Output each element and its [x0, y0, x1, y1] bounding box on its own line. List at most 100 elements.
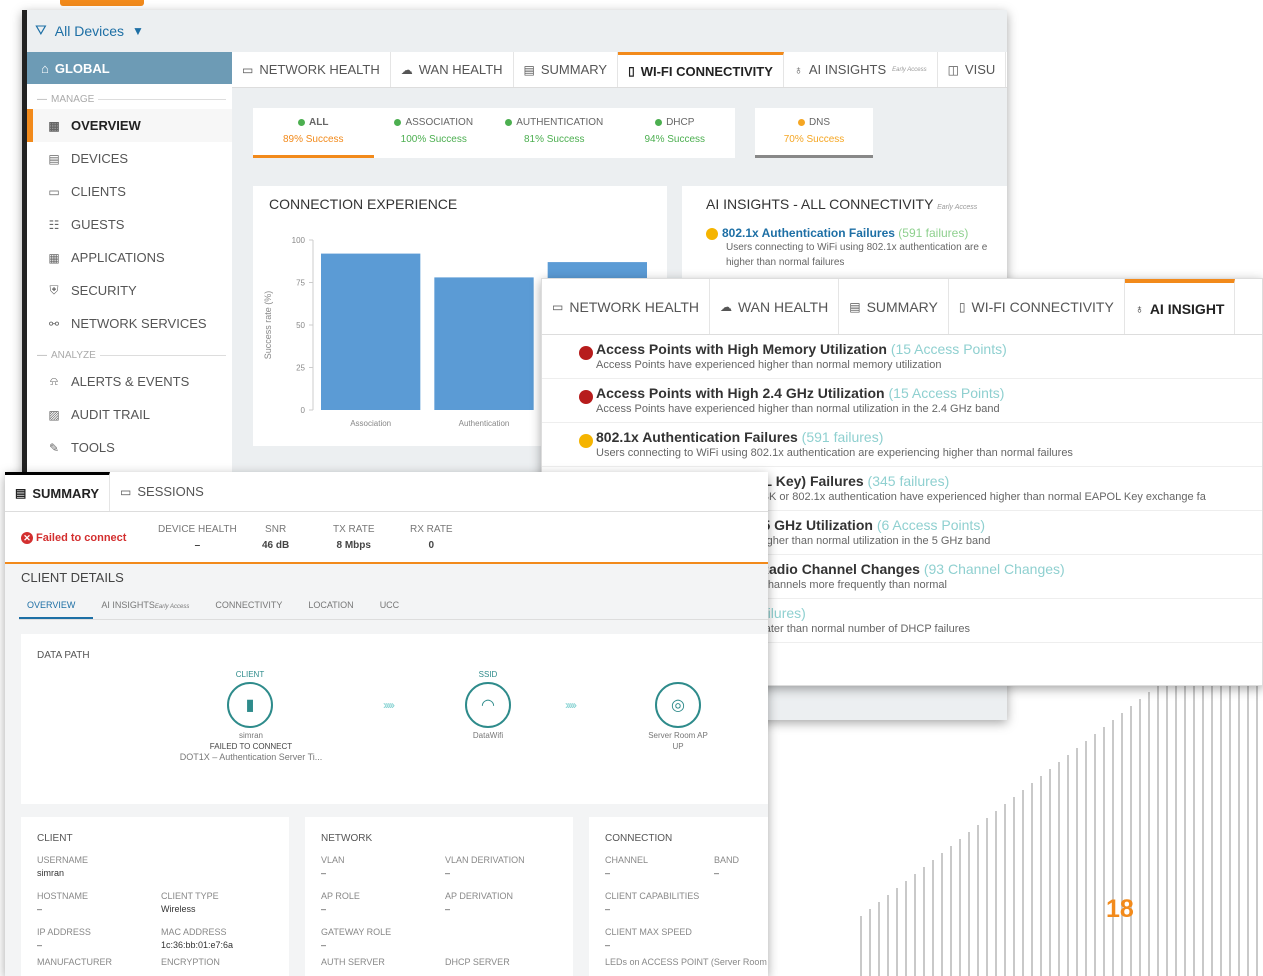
analyze-label: ANALYZE [51, 350, 96, 361]
tab-visu[interactable]: ◫ VISU [938, 52, 1007, 87]
field-gateway-role: GATEWAY ROLE – [321, 927, 391, 950]
status-dot [394, 118, 402, 126]
sidebar-item-alerts-events[interactable]: ⍾ ALERTS & EVENTS [27, 365, 232, 398]
field-value: simran [37, 868, 65, 878]
ai-insight-row[interactable]: 802.1x Authentication Failures (591 fail… [682, 222, 1007, 274]
insight-desc: Access Points have experienced higher th… [596, 403, 1000, 415]
sidebar-item-tools[interactable]: ✎ TOOLS [27, 431, 232, 464]
field-client-max-speed: CLIENT MAX SPEED – [605, 927, 692, 950]
field-label: CLIENT TYPE [161, 891, 219, 901]
client-node[interactable]: ▮ [227, 682, 273, 728]
field-username: USERNAME simran [37, 855, 88, 878]
guests-icon: ☷ [48, 217, 60, 232]
stat-tx-rate: TX RATE 8 Mbps [333, 524, 374, 551]
insight-title: 802.1x Authentication Failures [596, 429, 798, 445]
filter-value: 100% Success [400, 134, 467, 145]
sidebar-item-guests[interactable]: ☷ GUESTS [27, 208, 232, 241]
field-value: Wireless [161, 904, 196, 914]
subtab-ai-insights[interactable]: AI INSIGHTSEarly Access [93, 590, 207, 619]
stripe [1094, 734, 1096, 976]
field-label: USERNAME [37, 855, 89, 865]
sidebar-item-label: GUESTS [71, 217, 125, 232]
field-auth-server: AUTH SERVER [321, 957, 385, 970]
tab-network-health[interactable]: ▭ NETWORK HEALTH [232, 52, 391, 87]
filter-association[interactable]: ASSOCIATION 100% Success [374, 108, 495, 158]
insight-count: (591 failures) [801, 429, 884, 445]
tab-label: AI INSIGHT [1149, 300, 1225, 317]
client-node-info: simran FAILED TO CONNECT DOT1X – Authent… [161, 730, 341, 763]
stripe [1103, 727, 1105, 976]
path-arrows-2: ››››› [565, 698, 577, 712]
device-filter[interactable]: ⛛ All Devices ▼ [35, 22, 144, 39]
sidebar-item-clients[interactable]: ▭ CLIENTS [27, 175, 232, 208]
insight-row[interactable]: 802.1x Authentication Failures (591 fail… [542, 423, 1262, 467]
subtab-connectivity[interactable]: CONNECTIVITY [207, 590, 300, 619]
filter-dns[interactable]: DNS 70% Success [755, 108, 873, 158]
field-client-capabilities: CLIENT CAPABILITIES – [605, 891, 699, 914]
bar-association [321, 253, 421, 410]
tab-wan-health[interactable]: ☁ WAN HEALTH [710, 279, 840, 334]
sidebar-item-applications[interactable]: ▦ APPLICATIONS [27, 241, 232, 274]
tab-label: WAN HEALTH [737, 298, 829, 315]
stripe [1067, 755, 1069, 976]
sidebar-item-label: TOOLS [71, 440, 115, 455]
card-title: CLIENT [37, 833, 73, 844]
filter-label: DHCP [666, 117, 695, 128]
filter-label: ALL [309, 117, 329, 128]
tab-ai-insights[interactable]: ♁ AI INSIGHTS Early Access [784, 52, 938, 87]
subtab-location[interactable]: LOCATION [300, 590, 371, 619]
insight-row[interactable]: Access Points with High Memory Utilizati… [542, 335, 1262, 379]
ap-node[interactable]: ◎ [655, 682, 701, 728]
ssid-node-label: SSID [478, 670, 498, 679]
sidebar-item-audit-trail[interactable]: ▨ AUDIT TRAIL [27, 398, 232, 431]
tab-network-health[interactable]: ▭ NETWORK HEALTH [542, 279, 710, 334]
sidebar-item-network-services[interactable]: ⚯ NETWORK SERVICES [27, 307, 232, 340]
sidebar-item-devices[interactable]: ▤ DEVICES [27, 142, 232, 175]
filter-value: 94% Success [644, 134, 706, 145]
tab-wan-health[interactable]: ☁ WAN HEALTH [391, 52, 514, 87]
tab-summary[interactable]: ▤ SUMMARY [5, 472, 111, 511]
tab-summary[interactable]: ▤ SUMMARY [514, 52, 619, 87]
filter-authentication[interactable]: AUTHENTICATION 81% Success [494, 108, 615, 158]
filter-all[interactable]: ALL 89% Success [253, 108, 374, 158]
stripe [986, 818, 988, 976]
x-tick-label: Association [350, 419, 391, 428]
client-status-bar: ✕ Failed to connect DEVICE HEALTH – SNR 46 d… [5, 512, 768, 564]
stripe [1139, 699, 1141, 976]
tab-label: WI-FI CONNECTIVITY [640, 63, 773, 79]
sidebar-item-overview[interactable]: ▦ OVERVIEW [27, 109, 232, 142]
tab-ai-insight[interactable]: ♁ AI INSIGHT [1124, 279, 1236, 334]
stripe [1148, 692, 1150, 976]
x-tick-label: Authentication [459, 419, 510, 428]
tab-wi-fi-connectivity[interactable]: ▯ WI-FI CONNECTIVITY [618, 52, 784, 87]
client-node-label: CLIENT [235, 670, 265, 679]
stripe [1013, 797, 1015, 976]
connectivity-filters: ALL 89% Success ASSOCIATION 100% Success AUT… [253, 108, 735, 158]
insight-count: (591 failures) [898, 226, 969, 240]
sidebar-item-label: ALERTS & EVENTS [71, 374, 190, 389]
stripe [1202, 650, 1204, 976]
global-button[interactable]: ⌂ GLOBAL [27, 52, 232, 84]
monitor-icon: ▭ [552, 299, 564, 314]
tab-summary[interactable]: ▤ SUMMARY [839, 279, 949, 334]
insight-row[interactable]: Access Points with High 2.4 GHz Utilizat… [542, 379, 1262, 423]
card-title: NETWORK [321, 833, 373, 844]
sidebar-item-security[interactable]: ⛨ SECURITY [27, 274, 232, 307]
stat-snr: SNR 46 dB [262, 524, 289, 551]
tab-label: NETWORK HEALTH [569, 298, 699, 315]
subtab-overview[interactable]: OVERVIEW [19, 590, 94, 619]
tab-wi-fi-connectivity[interactable]: ▯ WI-FI CONNECTIVITY [949, 279, 1125, 334]
filter-dhcp[interactable]: DHCP 94% Success [615, 108, 736, 158]
insight-desc-2: higher than normal failures [726, 257, 845, 268]
stripe [896, 888, 898, 976]
filter-label: ASSOCIATION [405, 117, 474, 128]
wifi-connectivity-icon: ▯ [628, 64, 635, 78]
stripe [923, 867, 925, 976]
client-subtabs: OVERVIEW AI INSIGHTSEarly Access CONNECTIV… [19, 590, 768, 620]
stripe [1076, 748, 1078, 976]
subtab-ucc[interactable]: UCC [372, 590, 418, 619]
client-details-window: ▤ SUMMARY ▭ SESSIONS ✕ Failed to connect DE… [5, 472, 768, 976]
tab-sessions[interactable]: ▭ SESSIONS [110, 472, 214, 511]
subtab-label: CONNECTIVITY [215, 600, 283, 610]
ssid-node[interactable]: ◠ [465, 682, 511, 728]
